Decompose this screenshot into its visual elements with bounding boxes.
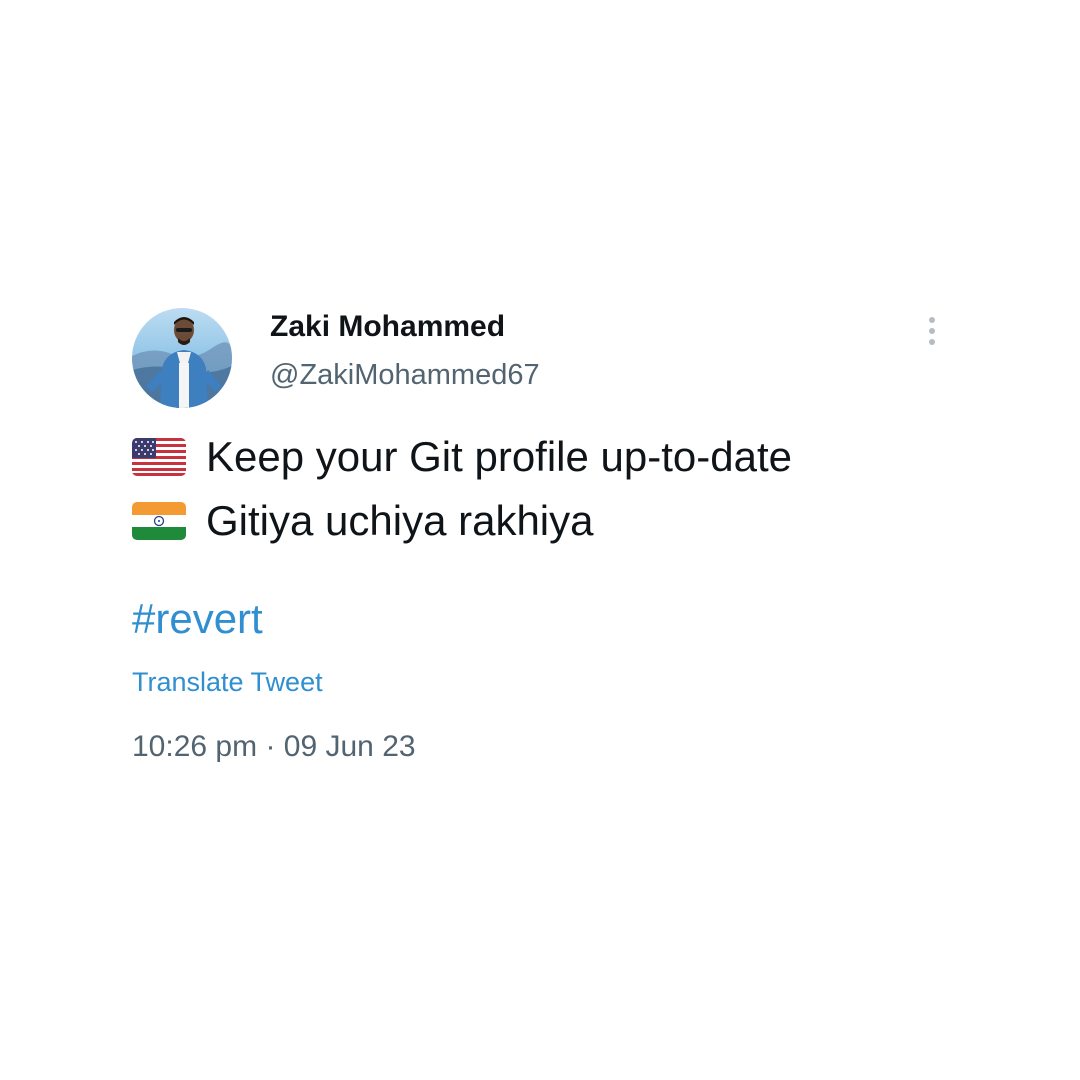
tweet-line: Gitiya uchiya rakhiya <box>132 489 952 553</box>
tweet-line-text: Keep your Git profile up-to-date <box>206 433 792 480</box>
timestamp-separator: · <box>265 730 276 763</box>
us-flag-icon <box>132 438 186 476</box>
translate-tweet-link[interactable]: Translate Tweet <box>132 665 952 699</box>
more-options-button[interactable] <box>912 313 952 353</box>
tweet-line-text: Gitiya uchiya rakhiya <box>206 497 594 544</box>
tweet-time[interactable]: 10:26 pm <box>132 730 257 763</box>
tweet-date[interactable]: 09 Jun 23 <box>284 730 416 763</box>
tweet-text: Keep your Git profile up-to-date Gitiya … <box>132 425 952 553</box>
tweet-header: Zaki Mohammed @ZakiMohammed67 <box>132 305 952 409</box>
author-display-name[interactable]: Zaki Mohammed <box>270 309 540 345</box>
india-flag-icon <box>132 502 186 540</box>
tweet-card: Zaki Mohammed @ZakiMohammed67 Keep your … <box>132 305 952 765</box>
tweet-line: Keep your Git profile up-to-date <box>132 425 952 489</box>
author-handle[interactable]: @ZakiMohammed67 <box>270 357 540 393</box>
more-vertical-icon <box>928 316 936 351</box>
tweet-timestamp: 10:26 pm · 09 Jun 23 <box>132 729 952 765</box>
tweet-screenshot: Zaki Mohammed @ZakiMohammed67 Keep your … <box>0 0 1080 1080</box>
author-names: Zaki Mohammed @ZakiMohammed67 <box>270 309 540 393</box>
hashtag-link[interactable]: #revert <box>132 595 263 643</box>
avatar[interactable] <box>132 308 232 408</box>
